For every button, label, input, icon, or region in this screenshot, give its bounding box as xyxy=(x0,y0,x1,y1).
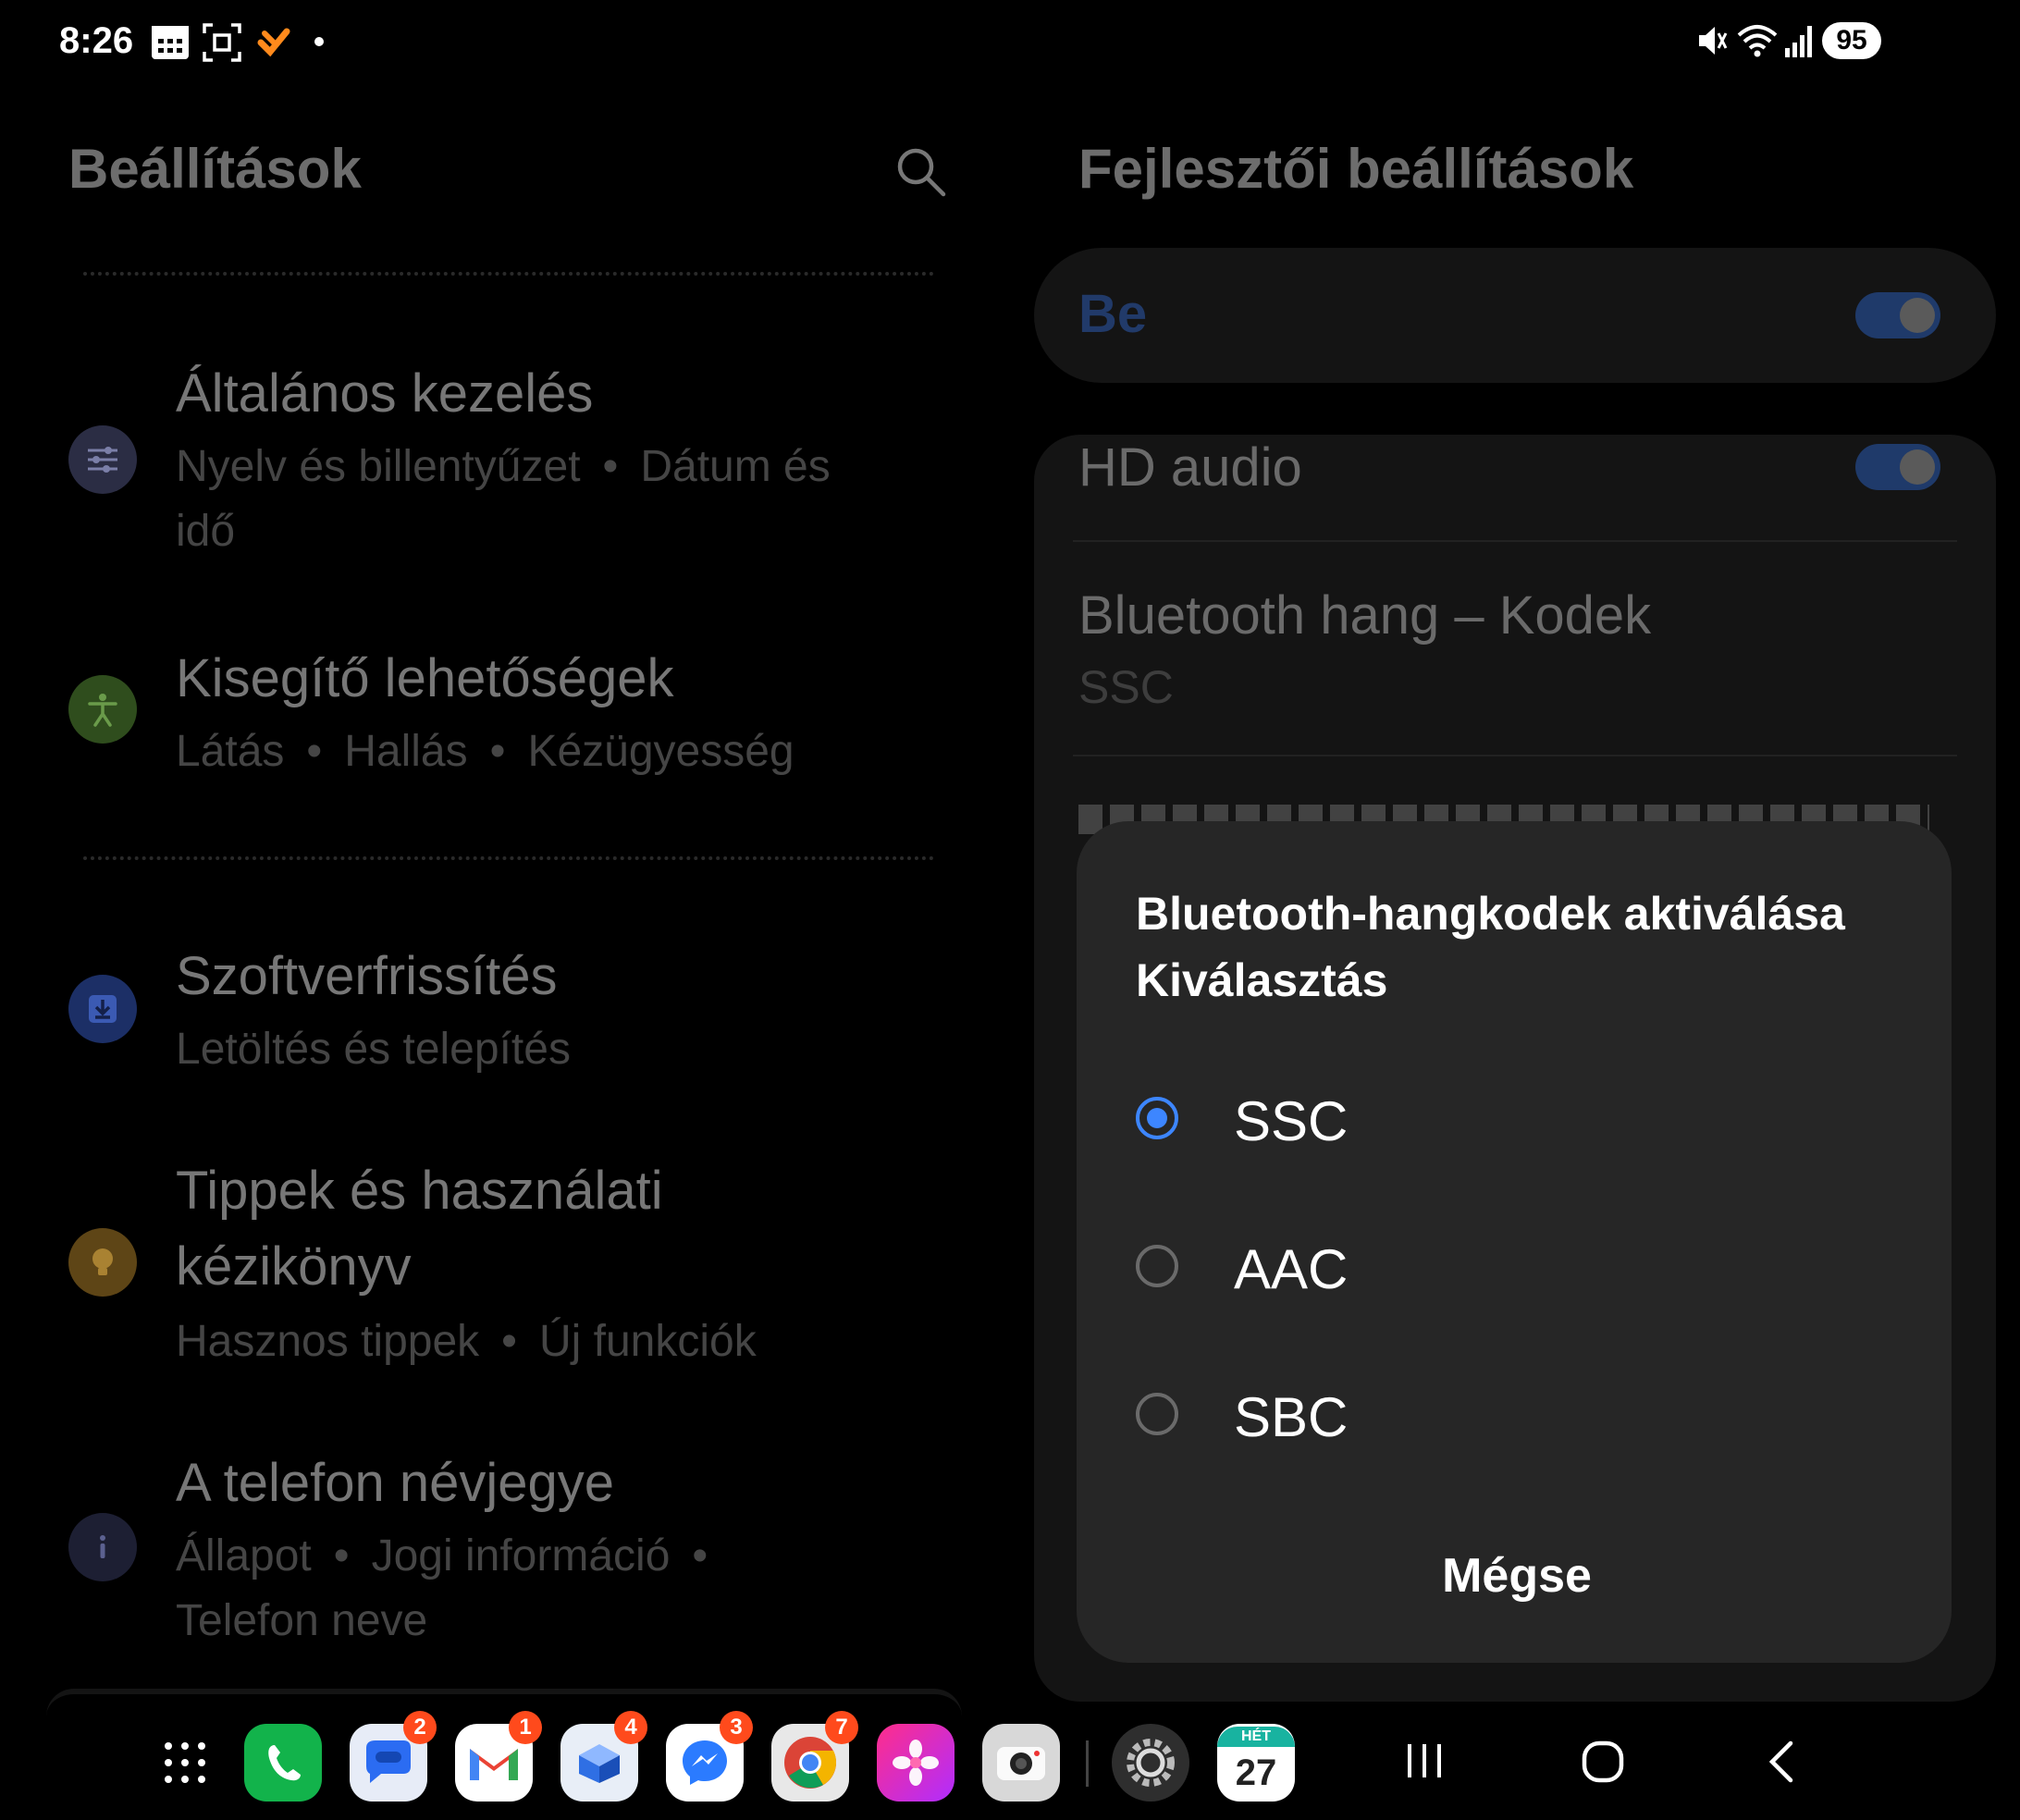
hd-audio-label[interactable]: HD audio xyxy=(1078,437,1302,498)
section-divider xyxy=(83,272,934,276)
gmail-app-icon[interactable]: 1 xyxy=(455,1711,542,1802)
notification-dot xyxy=(314,37,324,46)
sliders-icon xyxy=(68,425,137,494)
option-ssc[interactable]: SSC xyxy=(1136,1073,1913,1174)
camera-app-icon[interactable] xyxy=(982,1724,1060,1802)
bt-codec-label[interactable]: Bluetooth hang – Kodek xyxy=(1078,584,1651,646)
back-button[interactable] xyxy=(1763,1739,1800,1785)
cancel-button[interactable]: Mégse xyxy=(1387,1539,1646,1613)
notification-badge: 4 xyxy=(614,1711,647,1744)
settings-item-title: Tippek és használati xyxy=(176,1161,663,1221)
gallery-app-icon[interactable] xyxy=(877,1724,955,1802)
calendar-day-label: HÉT xyxy=(1217,1727,1295,1747)
calendar-icon xyxy=(152,26,189,59)
status-time: 8:26 xyxy=(59,20,134,61)
settings-item-subtitle: Állapot • Jogi információ • xyxy=(176,1531,708,1580)
settings-item-subtitle: Hasznos tippek • Új funkciók xyxy=(176,1317,757,1366)
option-aac[interactable]: AAC xyxy=(1136,1221,1913,1322)
battery-level: 95 xyxy=(1822,22,1881,59)
settings-item-software-update[interactable]: Szoftverfrissítés Letöltés és telepítés xyxy=(0,941,962,1089)
notification-badge: 2 xyxy=(403,1711,437,1744)
settings-item-accessibility[interactable]: Kisegítő lehetőségek Látás • Hallás • Kézügy… xyxy=(0,638,962,786)
settings-app-icon[interactable] xyxy=(1112,1724,1189,1802)
bt-codec-value: SSC xyxy=(1078,661,1174,713)
row-divider xyxy=(1073,540,1957,542)
notification-badge: 1 xyxy=(509,1711,542,1744)
radio-selected-icon[interactable] xyxy=(1136,1097,1178,1139)
option-label: AAC xyxy=(1234,1238,1349,1300)
settings-item-title-line2: kézikönyv xyxy=(176,1236,412,1297)
settings-item-tips[interactable]: Tippek és használati kézikönyv Hasznos t… xyxy=(0,1154,962,1376)
master-switch-card[interactable] xyxy=(1034,248,1996,383)
search-icon[interactable] xyxy=(895,146,947,198)
recent-apps-button[interactable] xyxy=(1402,1739,1447,1783)
download-icon xyxy=(68,975,137,1043)
list-bottom-edge xyxy=(46,1689,962,1722)
option-label: SSC xyxy=(1234,1090,1349,1152)
screenshot-icon xyxy=(203,23,241,62)
hd-audio-toggle[interactable] xyxy=(1855,444,1940,490)
mute-icon xyxy=(1699,27,1728,55)
settings-item-title: A telefon névjegye xyxy=(176,1453,615,1513)
home-button[interactable] xyxy=(1580,1739,1626,1785)
calendar-app-icon[interactable]: HÉT 27 xyxy=(1217,1724,1295,1802)
option-sbc[interactable]: SBC xyxy=(1136,1369,1913,1470)
settings-item-about-phone[interactable]: A telefon névjegye Állapot • Jogi informác… xyxy=(0,1452,962,1665)
inbox-app-icon[interactable]: 4 xyxy=(560,1711,647,1802)
settings-item-subtitle-line2: Telefon neve xyxy=(176,1596,428,1645)
master-toggle[interactable] xyxy=(1855,292,1940,338)
developer-options-title: Fejlesztői beállítások xyxy=(1078,138,1634,200)
chrome-app-icon[interactable]: 7 xyxy=(771,1711,858,1802)
settings-title: Beállítások xyxy=(68,138,362,200)
info-icon xyxy=(68,1513,137,1581)
lightbulb-icon xyxy=(68,1228,137,1297)
settings-item-general-management[interactable]: Általános kezelés Nyelv és billentyűzet •… xyxy=(0,351,962,564)
wifi-icon xyxy=(1737,25,1778,57)
section-divider xyxy=(83,856,934,860)
notification-badge: 3 xyxy=(720,1711,753,1744)
row-divider xyxy=(1073,755,1957,756)
dialog-title: Bluetooth-hangkodek aktiválása Kiválaszt… xyxy=(1136,888,1845,1006)
radio-unselected-icon[interactable] xyxy=(1136,1393,1178,1435)
option-label: SBC xyxy=(1234,1386,1349,1448)
calendar-day-number: 27 xyxy=(1235,1752,1277,1793)
settings-item-subtitle-line2: idő xyxy=(176,507,236,556)
settings-item-title: Általános kezelés xyxy=(176,363,594,424)
settings-item-title: Kisegítő lehetőségek xyxy=(176,648,674,708)
settings-item-subtitle: Letöltés és telepítés xyxy=(176,1025,571,1074)
notification-badge: 7 xyxy=(825,1711,858,1744)
messenger-app-icon[interactable]: 3 xyxy=(666,1711,753,1802)
radio-unselected-icon[interactable] xyxy=(1136,1245,1178,1287)
accessibility-icon xyxy=(68,675,137,744)
master-switch-label: Be xyxy=(1078,284,1148,344)
dock-divider xyxy=(1086,1740,1089,1787)
signal-icon xyxy=(1785,26,1812,57)
app-notification-icon xyxy=(257,28,290,57)
settings-item-subtitle: Nyelv és billentyűzet • Dátum és xyxy=(176,442,831,491)
phone-app-icon[interactable] xyxy=(244,1724,322,1802)
settings-item-title: Szoftverfrissítés xyxy=(176,946,558,1006)
settings-item-subtitle: Látás • Hallás • Kézügyesség xyxy=(176,727,794,776)
app-drawer-icon[interactable] xyxy=(163,1740,207,1785)
messages-app-icon[interactable]: 2 xyxy=(350,1711,437,1802)
